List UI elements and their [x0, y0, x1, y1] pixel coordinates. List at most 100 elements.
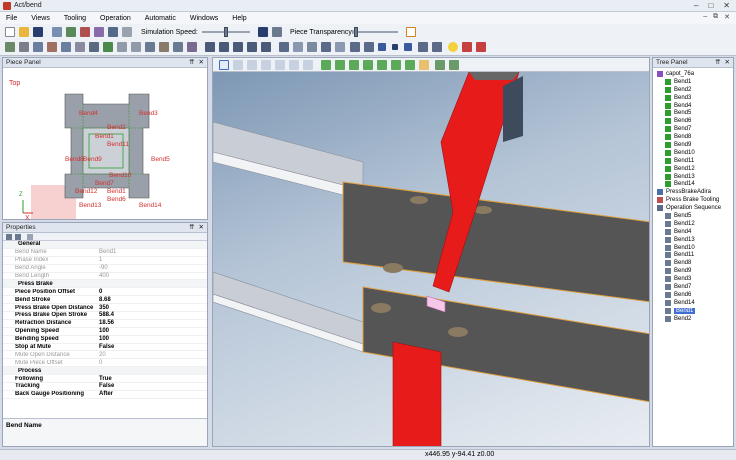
tree-node[interactable]: Bend1	[655, 307, 731, 315]
pin-icon[interactable]: ⇈	[189, 58, 194, 66]
slider-thumb[interactable]	[224, 27, 228, 37]
property-row[interactable]: Opening Speed 100	[3, 328, 207, 336]
property-row[interactable]: Following True	[3, 375, 207, 384]
tree-node[interactable]: Bend11	[655, 251, 731, 259]
property-value[interactable]: 100	[95, 328, 109, 334]
tree-node[interactable]: Bend13	[655, 173, 731, 181]
save-icon[interactable]	[33, 27, 43, 37]
die-icon[interactable]	[205, 42, 215, 52]
lock-icon[interactable]	[307, 42, 317, 52]
property-pages-icon[interactable]	[27, 234, 33, 240]
tree-node[interactable]: Bend5	[655, 212, 731, 220]
machine-icon[interactable]	[52, 27, 62, 37]
tree-node[interactable]: Bend4	[655, 228, 731, 236]
tree-node[interactable]: Bend10	[655, 244, 731, 252]
speed-icon[interactable]	[321, 42, 331, 52]
tool-a-icon[interactable]	[117, 42, 127, 52]
cube-4-icon[interactable]	[363, 60, 373, 70]
tree-node[interactable]: Bend12	[655, 165, 731, 173]
tree-node[interactable]: Bend13	[655, 236, 731, 244]
bracket-icon[interactable]	[406, 27, 416, 37]
piece-icon[interactable]	[33, 42, 43, 52]
press-icon[interactable]	[94, 27, 104, 37]
view-top-icon[interactable]	[275, 60, 285, 70]
close-panel-icon[interactable]: ✕	[199, 223, 204, 231]
property-value[interactable]: False	[95, 344, 114, 350]
tree-node[interactable]: Bend3	[655, 275, 731, 283]
view-icon[interactable]	[89, 42, 99, 52]
piece-canvas[interactable]: Top Bend4 Bend3 Bend2 Bend1 Bend11 Bend5…	[3, 68, 207, 222]
property-row[interactable]: Piece Position Offset 0	[3, 288, 207, 297]
property-category[interactable]: Process	[3, 367, 207, 376]
tree-node[interactable]: Bend12	[655, 220, 731, 228]
view-bottom-icon[interactable]	[289, 60, 299, 70]
tree-node[interactable]: Bend11	[655, 157, 731, 165]
rewind-icon[interactable]	[350, 42, 360, 52]
mdi-minimize-button[interactable]: –	[703, 13, 707, 21]
tree-node[interactable]: Bend9	[655, 267, 731, 275]
menu-views[interactable]: Views	[31, 15, 50, 22]
property-row[interactable]: Bend Length 400	[3, 273, 207, 281]
cube-5-icon[interactable]	[377, 60, 387, 70]
menu-help[interactable]: Help	[232, 15, 246, 22]
collision-icon[interactable]	[462, 42, 472, 52]
tool-e-icon[interactable]	[173, 42, 183, 52]
property-row[interactable]: Mute Piece Offset 0	[3, 359, 207, 368]
stop-icon[interactable]	[392, 44, 398, 50]
run-icon[interactable]	[5, 42, 15, 52]
tree-node[interactable]: Bend8	[655, 133, 731, 141]
cube-8-icon[interactable]	[419, 60, 429, 70]
cube-1-icon[interactable]	[321, 60, 331, 70]
forward-icon[interactable]	[418, 42, 428, 52]
property-value[interactable]: 350	[95, 305, 109, 311]
fast-forward-icon[interactable]	[432, 42, 442, 52]
tree-node[interactable]: Bend5	[655, 109, 731, 117]
property-value[interactable]: 0	[95, 289, 102, 295]
camera-icon[interactable]	[258, 27, 268, 37]
render-1-icon[interactable]	[435, 60, 445, 70]
property-row[interactable]: Bend Angle -90	[3, 265, 207, 273]
close-button[interactable]: ✕	[723, 1, 730, 10]
view-iso-icon[interactable]	[303, 60, 313, 70]
view-back-icon[interactable]	[233, 60, 243, 70]
gauge-finger-icon[interactable]	[261, 42, 271, 52]
tree-node[interactable]: Bend1	[655, 78, 731, 86]
property-value[interactable]: 18.56	[95, 320, 114, 326]
alert-icon[interactable]	[476, 42, 486, 52]
property-row[interactable]: Bend Name Bend1	[3, 249, 207, 257]
tool-b-icon[interactable]	[131, 42, 141, 52]
menu-file[interactable]: File	[6, 15, 17, 22]
property-value[interactable]: 8.68	[95, 297, 111, 303]
minimize-button[interactable]: –	[694, 1, 698, 10]
flip-icon[interactable]	[47, 42, 57, 52]
tree-node[interactable]: Bend10	[655, 149, 731, 157]
menu-automatic[interactable]: Automatic	[145, 15, 176, 22]
property-value[interactable]: 100	[95, 336, 109, 342]
property-row[interactable]: Press Brake Open Stroke 588.4	[3, 312, 207, 320]
holder-icon[interactable]	[233, 42, 243, 52]
menu-operation[interactable]: Operation	[100, 15, 131, 22]
bend-icon[interactable]	[80, 27, 90, 37]
gauge-icon[interactable]	[75, 42, 85, 52]
lightbulb-icon[interactable]	[448, 42, 458, 52]
view-left-icon[interactable]	[247, 60, 257, 70]
categorized-icon[interactable]	[6, 234, 12, 240]
cube-7-icon[interactable]	[405, 60, 415, 70]
cube-6-icon[interactable]	[391, 60, 401, 70]
punch-icon[interactable]	[219, 42, 229, 52]
play-icon[interactable]	[404, 43, 412, 51]
property-category[interactable]: General	[3, 241, 207, 249]
settings-icon[interactable]	[122, 27, 132, 37]
property-row[interactable]: Bending Speed 100	[3, 336, 207, 344]
arrow-icon[interactable]	[293, 42, 303, 52]
view-right-icon[interactable]	[261, 60, 271, 70]
grid-icon[interactable]	[335, 42, 345, 52]
tree-node[interactable]: Operation Sequence	[655, 204, 731, 212]
tree-node[interactable]: capot_76a	[655, 70, 731, 78]
menu-tooling[interactable]: Tooling	[64, 15, 86, 22]
tree-node[interactable]: Bend8	[655, 259, 731, 267]
rotate-icon[interactable]	[61, 42, 71, 52]
view-front-icon[interactable]	[219, 60, 229, 70]
play-back-icon[interactable]	[378, 43, 386, 51]
tool-d-icon[interactable]	[159, 42, 169, 52]
